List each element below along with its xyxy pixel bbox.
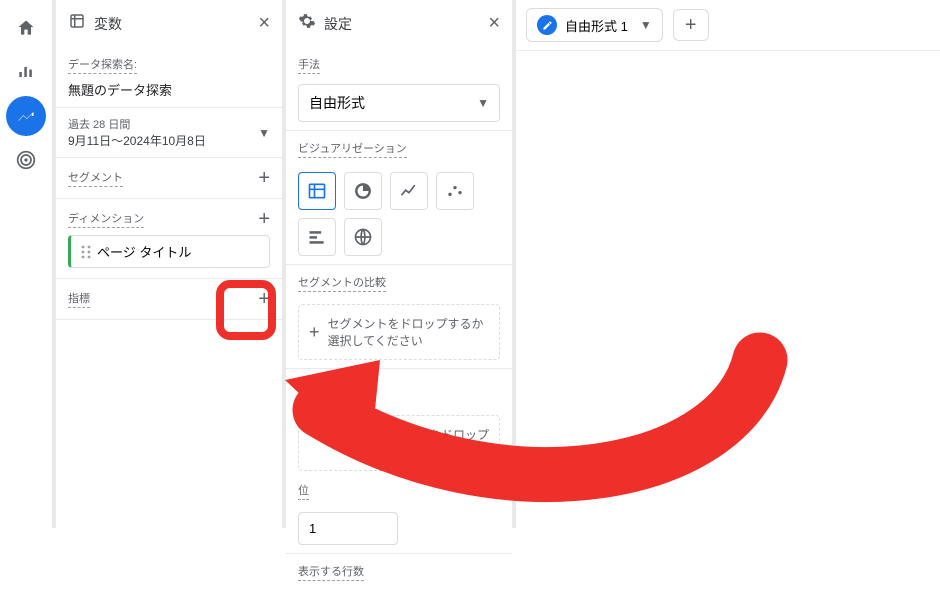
table-icon [307, 181, 327, 201]
segment-compare-label: セグメントの比較 [298, 274, 386, 292]
viz-scatter-button[interactable] [436, 172, 474, 210]
viz-globe-button[interactable] [344, 218, 382, 256]
plus-icon: + [309, 322, 320, 343]
nav-admin[interactable] [6, 140, 46, 180]
donut-icon [353, 181, 373, 201]
viz-bar-h-button[interactable] [298, 218, 336, 256]
add-dimension-button[interactable]: + [258, 209, 270, 229]
tab-bar: 自由形式 1 ▼ + [516, 0, 940, 50]
settings-title: 設定 [324, 14, 352, 34]
segments-label: セグメント [68, 169, 123, 187]
show-rows-section: 表示する行数 [286, 554, 512, 595]
chevron-down-icon: ▼ [477, 96, 489, 110]
add-segment-button[interactable]: + [258, 168, 270, 188]
tab-freeform-1[interactable]: 自由形式 1 ▼ [526, 8, 663, 42]
explore-icon [16, 106, 36, 126]
exploration-name-label: データ探索名: [68, 56, 137, 74]
bar-chart-icon [16, 62, 36, 82]
target-icon [16, 150, 36, 170]
pencil-icon [537, 15, 557, 35]
bar-horizontal-icon [307, 227, 327, 247]
method-section: 手法 自由形式 ▼ [286, 47, 512, 131]
drag-handle-icon[interactable] [81, 245, 91, 259]
viz-section: ビジュアリゼーション [286, 131, 512, 265]
segment-drop-text: セグメントをドロップするか選択してください [328, 315, 489, 349]
show-rows-label: 表示する行数 [298, 563, 364, 581]
segment-compare-section: セグメントの比較 + セグメントをドロップするか選択してください [286, 265, 512, 369]
segment-drop-zone[interactable]: + セグメントをドロップするか選択してください [298, 304, 500, 360]
nav-home[interactable] [6, 8, 46, 48]
method-value: 自由形式 [309, 93, 365, 113]
viz-donut-button[interactable] [344, 172, 382, 210]
method-select[interactable]: 自由形式 ▼ [298, 84, 500, 122]
settings-panel: 設定 × 手法 自由形式 ▼ ビジュアリゼーション [282, 0, 512, 528]
metrics-row: 指標 + [56, 279, 282, 320]
add-metric-button[interactable]: + [258, 289, 270, 309]
rows-start-input[interactable]: 1 [298, 512, 398, 545]
segments-row: セグメント + [56, 158, 282, 199]
globe-icon [353, 227, 373, 247]
home-icon [16, 18, 36, 38]
line-icon [399, 181, 419, 201]
exploration-name-value[interactable]: 無題のデータ探索 [68, 80, 270, 99]
exploration-name-section: データ探索名: 無題のデータ探索 [56, 47, 282, 108]
scatter-icon [445, 181, 465, 201]
dimension-chip[interactable]: ページ タイトル [68, 235, 270, 268]
date-range-label: 過去 28 日間 [68, 116, 206, 132]
nav-explore[interactable] [6, 96, 46, 136]
viz-table-button[interactable] [298, 172, 336, 210]
viz-label: ビジュアリゼーション [298, 140, 407, 158]
dimensions-row: ディメンション + [56, 199, 282, 229]
close-settings-button[interactable]: × [488, 12, 500, 35]
rows-drop-zone[interactable]: ションをドロップ してください [298, 415, 500, 471]
settings-header: 設定 × [286, 8, 512, 47]
gear-icon [298, 12, 316, 35]
metrics-label: 指標 [68, 290, 90, 308]
chevron-down-icon: ▼ [640, 18, 652, 32]
rows-drop-text: ションをドロップ してください [393, 426, 489, 460]
method-label: 手法 [298, 56, 320, 74]
variables-panel: 変数 × データ探索名: 無題のデータ探索 過去 28 日間 9月11日～202… [52, 0, 282, 528]
data-icon [68, 12, 86, 35]
date-range-section[interactable]: 過去 28 日間 9月11日～2024年10月8日 ▼ [56, 108, 282, 158]
tab-label: 自由形式 1 [565, 16, 628, 35]
add-tab-button[interactable]: + [673, 9, 709, 41]
nav-reports[interactable] [6, 52, 46, 92]
rows-section: ションをドロップ してください 位 1 [286, 369, 512, 554]
variables-title: 変数 [94, 14, 122, 34]
main-area: 自由形式 1 ▼ + [512, 0, 940, 528]
dimensions-label: ディメンション [68, 210, 144, 228]
rows-start-value: 1 [309, 521, 316, 536]
variables-header: 変数 × [56, 8, 282, 47]
viz-line-button[interactable] [390, 172, 428, 210]
nav-rail [0, 0, 52, 528]
chevron-down-icon: ▼ [258, 126, 270, 140]
close-variables-button[interactable]: × [258, 12, 270, 35]
dimension-chip-label: ページ タイトル [97, 242, 191, 261]
rows-unit-label: 位 [298, 482, 309, 500]
date-range-value: 9月11日～2024年10月8日 [68, 132, 206, 149]
